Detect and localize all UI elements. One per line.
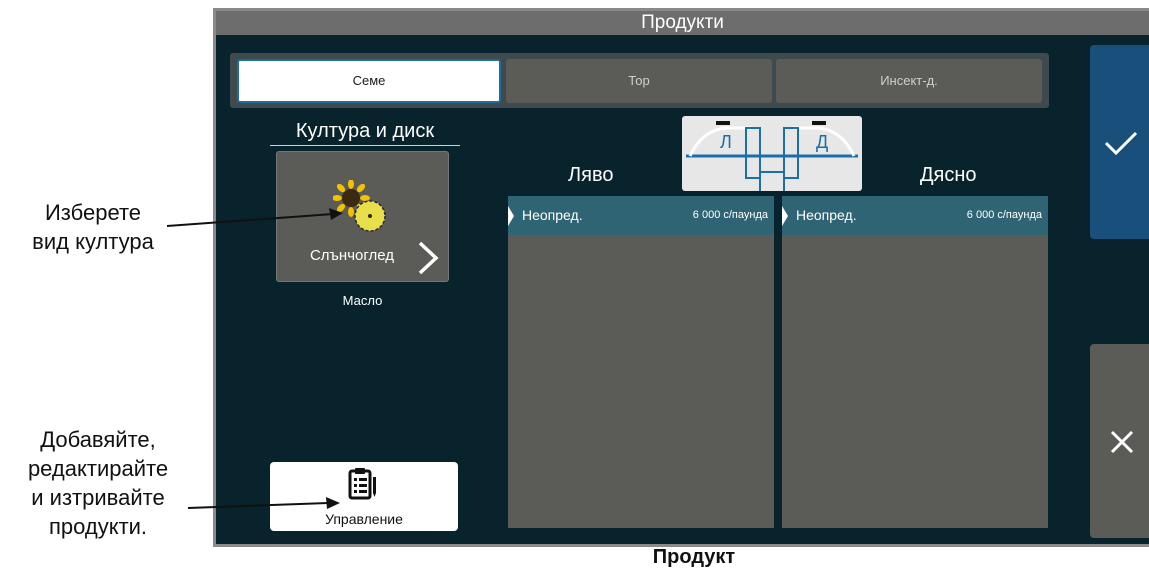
manage-label: Управление: [325, 511, 403, 527]
right-side-letter: Д: [816, 132, 828, 152]
left-product-list: Неопред. 6 000 с/паунда: [508, 196, 774, 528]
tab-seed[interactable]: Семе: [237, 59, 501, 103]
close-icon: [1110, 430, 1134, 454]
product-rate: 6 000 с/паунда: [966, 209, 1042, 221]
cancel-button[interactable]: [1090, 344, 1149, 538]
chevron-right-icon: [418, 241, 439, 275]
planter-sides-icon: Л Д: [686, 121, 858, 193]
screen-title: Продукти: [216, 11, 1149, 35]
crop-name: Слънчоглед: [309, 247, 395, 264]
product-rate: 6 000 с/паунда: [692, 209, 768, 221]
accept-button[interactable]: [1090, 45, 1149, 239]
select-crop-callout: Изберете вид култура: [32, 200, 154, 254]
planter-diagram: Л Д: [682, 116, 862, 193]
right-heading: Дясно: [920, 164, 977, 186]
manage-products-button[interactable]: Управление: [270, 462, 458, 531]
checkmark-icon: [1104, 131, 1138, 156]
right-product-list: Неопред. 6 000 с/паунда: [782, 196, 1048, 528]
right-product-row[interactable]: Неопред. 6 000 с/паунда: [782, 196, 1048, 235]
crop-and-disk-heading: Култура и диск: [295, 120, 435, 142]
left-heading: Ляво: [568, 164, 614, 186]
heading-divider: [270, 145, 460, 146]
figure-caption: Продукт: [652, 546, 736, 568]
disk-name: Масло: [342, 293, 383, 308]
product-name: Неопред.: [522, 207, 583, 223]
manage-products-callout: Добавяйте, редактирайте и изтривайте про…: [27, 427, 169, 539]
row-indicator-icon: [782, 206, 788, 226]
left-product-row[interactable]: Неопред. 6 000 с/паунда: [508, 196, 774, 235]
tab-fertilizer[interactable]: Тор: [506, 59, 772, 103]
product-name: Неопред.: [796, 207, 857, 223]
tab-insecticide[interactable]: Инсект-д.: [776, 59, 1042, 103]
sunflower-icon: [333, 180, 386, 232]
clipboard-list-icon: [348, 468, 376, 500]
crop-select-button[interactable]: Слънчоглед: [276, 151, 449, 282]
product-type-tabs: Семе Тор Инсект-д.: [230, 53, 1049, 108]
left-side-letter: Л: [720, 132, 732, 152]
row-indicator-icon: [508, 206, 514, 226]
products-screen: Продукти Семе Тор Инсект-д. Култура и ди…: [213, 8, 1149, 547]
